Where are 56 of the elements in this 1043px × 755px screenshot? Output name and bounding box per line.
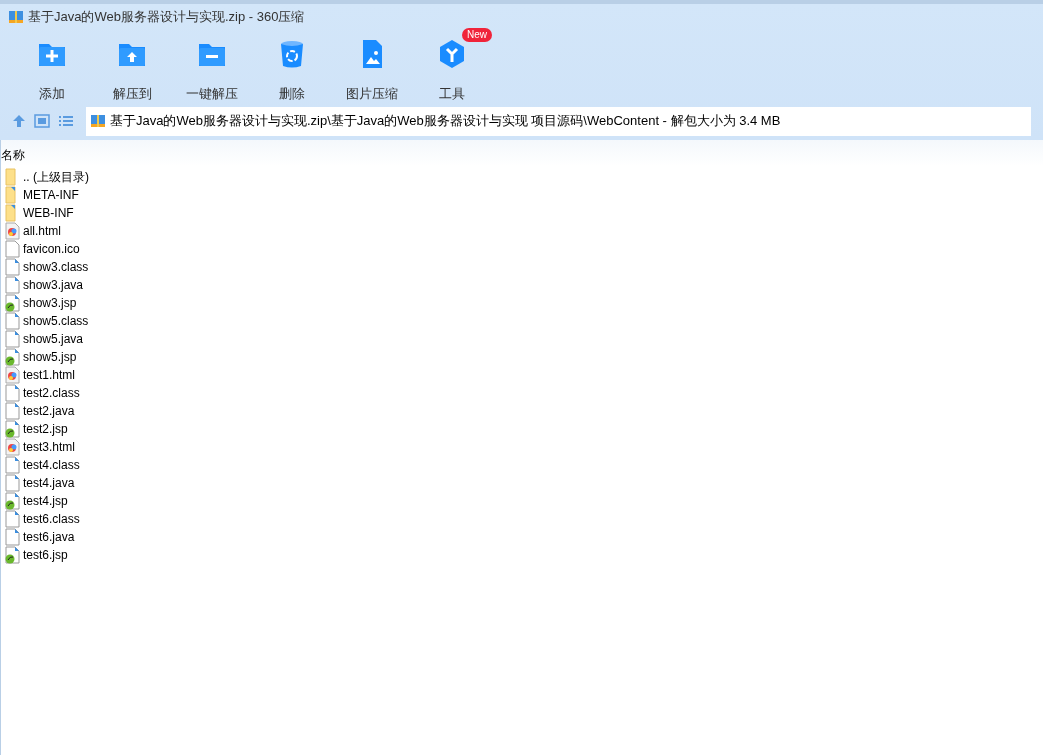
new-badge: New bbox=[462, 28, 492, 42]
file-icon bbox=[5, 402, 20, 420]
file-name[interactable]: test3.html bbox=[23, 438, 76, 456]
file-icon bbox=[5, 276, 20, 294]
address-path: 基于Java的Web服务器设计与实现.zip\基于Java的Web服务器设计与实现 项目源码\WebContent - 解包大小为 3.4 MB bbox=[110, 112, 781, 131]
address-bar[interactable]: 基于Java的Web服务器设计与实现.zip\基于Java的Web服务器设计与实现 项目源码\WebContent - 解包大小为 3.4 MB bbox=[86, 106, 1031, 136]
toolbar-button[interactable]: 删除 bbox=[252, 38, 332, 100]
list-view-icon[interactable] bbox=[58, 114, 74, 128]
file-icon bbox=[5, 240, 20, 258]
jsp-file-icon bbox=[5, 348, 20, 366]
file-name[interactable]: show5.class bbox=[23, 312, 89, 330]
file-icon bbox=[5, 510, 20, 528]
file-name[interactable]: test6.class bbox=[23, 510, 80, 528]
file-name[interactable]: all.html bbox=[23, 222, 61, 240]
archive-icon bbox=[8, 9, 24, 25]
file-name[interactable]: show5.java bbox=[23, 330, 84, 348]
colorful-file-icon bbox=[5, 366, 20, 384]
jsp-file-icon bbox=[5, 420, 20, 438]
file-name[interactable]: test1.html bbox=[23, 366, 76, 384]
file-name[interactable]: show5.jsp bbox=[23, 348, 77, 366]
file-name[interactable]: test6.jsp bbox=[23, 546, 68, 564]
file-name[interactable]: test2.class bbox=[23, 384, 80, 402]
file-name[interactable]: test4.jsp bbox=[23, 492, 68, 510]
file-name[interactable]: test2.java bbox=[23, 402, 75, 420]
file-name[interactable]: WEB-INF bbox=[23, 204, 74, 222]
colorful-file-icon bbox=[5, 222, 20, 240]
file-icon bbox=[5, 258, 20, 276]
file-name[interactable]: test6.java bbox=[23, 528, 75, 546]
toolbar-button[interactable]: 一键解压 bbox=[172, 38, 252, 100]
up-arrow-icon[interactable] bbox=[12, 114, 26, 128]
file-name[interactable]: show3.class bbox=[23, 258, 89, 276]
jsp-file-icon bbox=[5, 294, 20, 312]
jsp-file-icon bbox=[5, 546, 20, 564]
file-name[interactable]: test4.class bbox=[23, 456, 80, 474]
file-icon bbox=[5, 384, 20, 402]
file-name[interactable]: favicon.ico bbox=[23, 240, 80, 258]
file-icon bbox=[5, 456, 20, 474]
file-name[interactable]: show3.jsp bbox=[23, 294, 77, 312]
toolbar-button[interactable]: 添加 bbox=[12, 38, 92, 100]
file-name[interactable]: show3.java bbox=[23, 276, 84, 294]
file-icon bbox=[5, 312, 20, 330]
file-icon bbox=[5, 330, 20, 348]
archive-icon bbox=[90, 113, 106, 129]
file-icon bbox=[5, 474, 20, 492]
file-name[interactable]: META-INF bbox=[23, 186, 79, 204]
toolbar-button[interactable]: 解压到 bbox=[92, 38, 172, 100]
view-icon[interactable] bbox=[34, 114, 50, 128]
file-name[interactable]: .. (上级目录) bbox=[23, 168, 89, 186]
file-name[interactable]: test4.java bbox=[23, 474, 75, 492]
jsp-file-icon bbox=[5, 492, 20, 510]
colorful-file-icon bbox=[5, 438, 20, 456]
toolbar-button[interactable]: 图片压缩 bbox=[332, 38, 412, 100]
file-name[interactable]: test2.jsp bbox=[23, 420, 68, 438]
column-header[interactable]: 名称 bbox=[1, 146, 25, 164]
window-title: 基于Java的Web服务器设计与实现.zip - 360压缩 bbox=[28, 8, 305, 27]
file-icon bbox=[5, 528, 20, 546]
